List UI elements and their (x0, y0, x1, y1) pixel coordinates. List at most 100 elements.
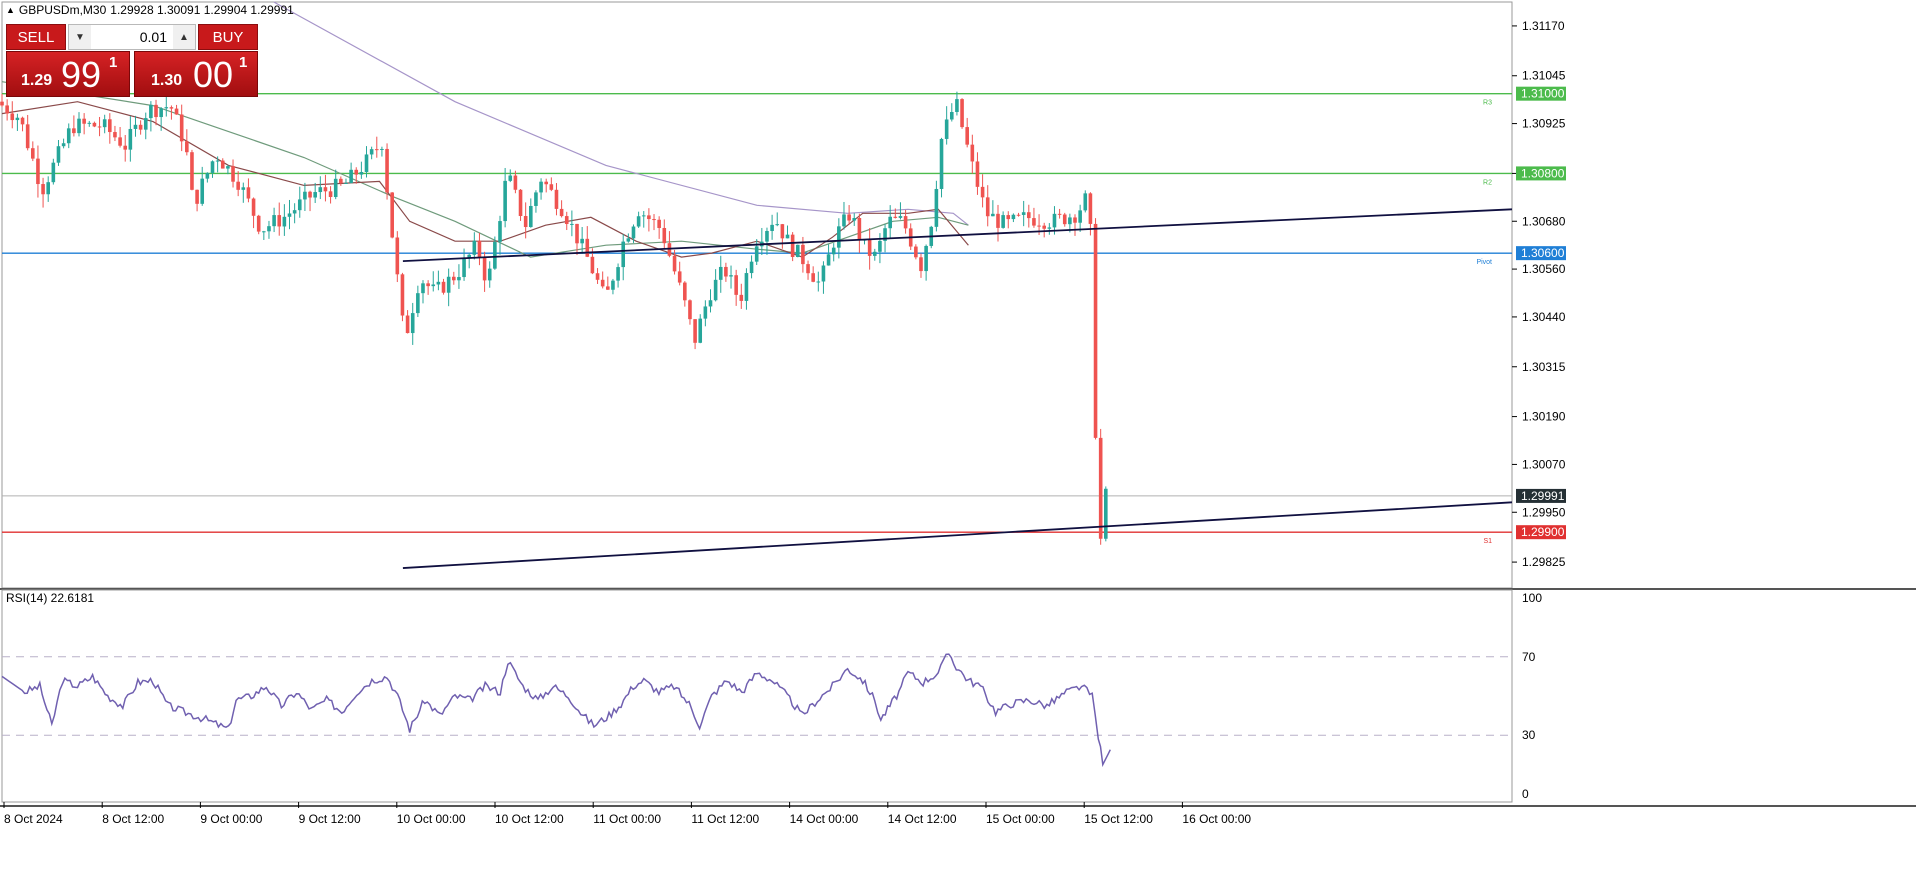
candle-body (220, 160, 225, 169)
candle (118, 126, 122, 148)
rsi-tick-label: 30 (1522, 728, 1536, 742)
candle-body (113, 132, 117, 138)
candle-body (41, 184, 45, 195)
candle (975, 152, 980, 195)
candle (508, 169, 513, 183)
lot-decrease-icon[interactable]: ▼ (69, 25, 91, 49)
candle-body (277, 215, 282, 227)
candle (616, 263, 620, 288)
time-tick-label: 15 Oct 12:00 (1084, 812, 1153, 826)
candle-body (493, 241, 497, 269)
candle (149, 101, 153, 132)
level-tag-r3: R3 (1483, 100, 1492, 107)
candle-body (25, 124, 30, 149)
price-plot[interactable]: R3 R2 Pivot S1 (0, 1, 1916, 590)
candle (256, 214, 261, 235)
lot-increase-icon[interactable]: ▲ (173, 25, 195, 49)
candle-body (523, 216, 528, 228)
candle-body (903, 216, 908, 229)
candle-body (580, 238, 584, 244)
candle-body (970, 144, 975, 162)
candle (174, 104, 179, 115)
candle-body (749, 261, 754, 274)
candle (374, 136, 379, 158)
candle-body (123, 145, 128, 150)
candle-body (785, 234, 790, 239)
time-tick-label: 8 Oct 12:00 (102, 812, 164, 826)
sell-button[interactable]: SELL (6, 24, 66, 50)
buy-quote[interactable]: 1.30 00 1 (134, 51, 258, 97)
candle-body (102, 119, 107, 128)
candle-body (693, 319, 697, 343)
candle (272, 207, 276, 233)
candle (123, 135, 128, 162)
candle-body (472, 240, 477, 255)
trading-chart[interactable]: R3 R2 Pivot S1 1.31170 1.31045 1.30925 1.30800… (0, 0, 1916, 874)
candle-body (878, 240, 882, 252)
candle (61, 138, 66, 149)
candle-body (154, 104, 158, 118)
candle (41, 177, 45, 208)
price-axis: 1.31170 1.31045 1.30925 1.30800 1.30680 1.305… (3, 19, 1566, 826)
time-tick-label: 15 Oct 00:00 (986, 812, 1055, 826)
candle-body (949, 112, 954, 120)
candle-body (960, 99, 964, 128)
candle (220, 158, 225, 169)
candle-body (1042, 225, 1047, 229)
rsi-plot[interactable] (0, 589, 1916, 807)
candle-body (1098, 437, 1103, 539)
candle (102, 114, 107, 134)
candle (10, 101, 15, 129)
candle (369, 146, 374, 160)
candle-body (200, 178, 205, 204)
candle (739, 283, 744, 309)
candle-body (272, 215, 276, 227)
candle-body (924, 245, 928, 272)
candle-body (36, 158, 40, 185)
candle-body (369, 149, 374, 155)
symbol-timeframe: GBPUSDm,M30 (18, 3, 107, 17)
candle-body (1078, 210, 1082, 223)
time-tick-label: 10 Oct 00:00 (397, 812, 466, 826)
candle-body (87, 122, 92, 124)
candle (380, 146, 384, 157)
candle-body (1057, 213, 1062, 215)
candle (143, 112, 148, 140)
buy-button[interactable]: BUY (198, 24, 258, 50)
candle (446, 268, 451, 307)
candle (652, 214, 656, 231)
candle (503, 167, 507, 228)
candle (267, 220, 271, 239)
candle-body (1027, 212, 1031, 219)
current-price-label: 1.29991 (1521, 489, 1565, 503)
candle (867, 228, 872, 270)
candle (826, 244, 831, 266)
candle-body (421, 283, 425, 294)
lot-size-control: ▼ ▲ (68, 24, 196, 50)
candle (328, 186, 333, 204)
candle-body (1032, 218, 1036, 226)
rsi-tick-label: 0 (1522, 787, 1529, 801)
candle (318, 176, 323, 200)
candle-body (354, 169, 359, 175)
candle (1027, 204, 1031, 228)
candle-body (292, 210, 297, 214)
candle (128, 116, 133, 162)
candle (1016, 212, 1021, 217)
buy-price-fraction: 1 (239, 54, 248, 71)
candle-body (1073, 217, 1077, 223)
candle-body (606, 286, 610, 290)
price-tick-label: 1.30560 (1522, 262, 1566, 276)
candle (960, 98, 964, 129)
sell-price-prefix: 1.29 (21, 72, 53, 89)
lot-size-input[interactable] (91, 25, 173, 49)
candle-body (441, 281, 446, 293)
candle (708, 289, 713, 313)
candle (1057, 208, 1062, 219)
trendline-2[interactable] (402, 501, 1513, 569)
candle (164, 95, 169, 117)
collapse-triangle-icon[interactable]: ▲ (6, 5, 15, 15)
candle-body (457, 277, 461, 281)
sell-quote[interactable]: 1.29 99 1 (6, 51, 130, 97)
candle-body (344, 182, 348, 184)
